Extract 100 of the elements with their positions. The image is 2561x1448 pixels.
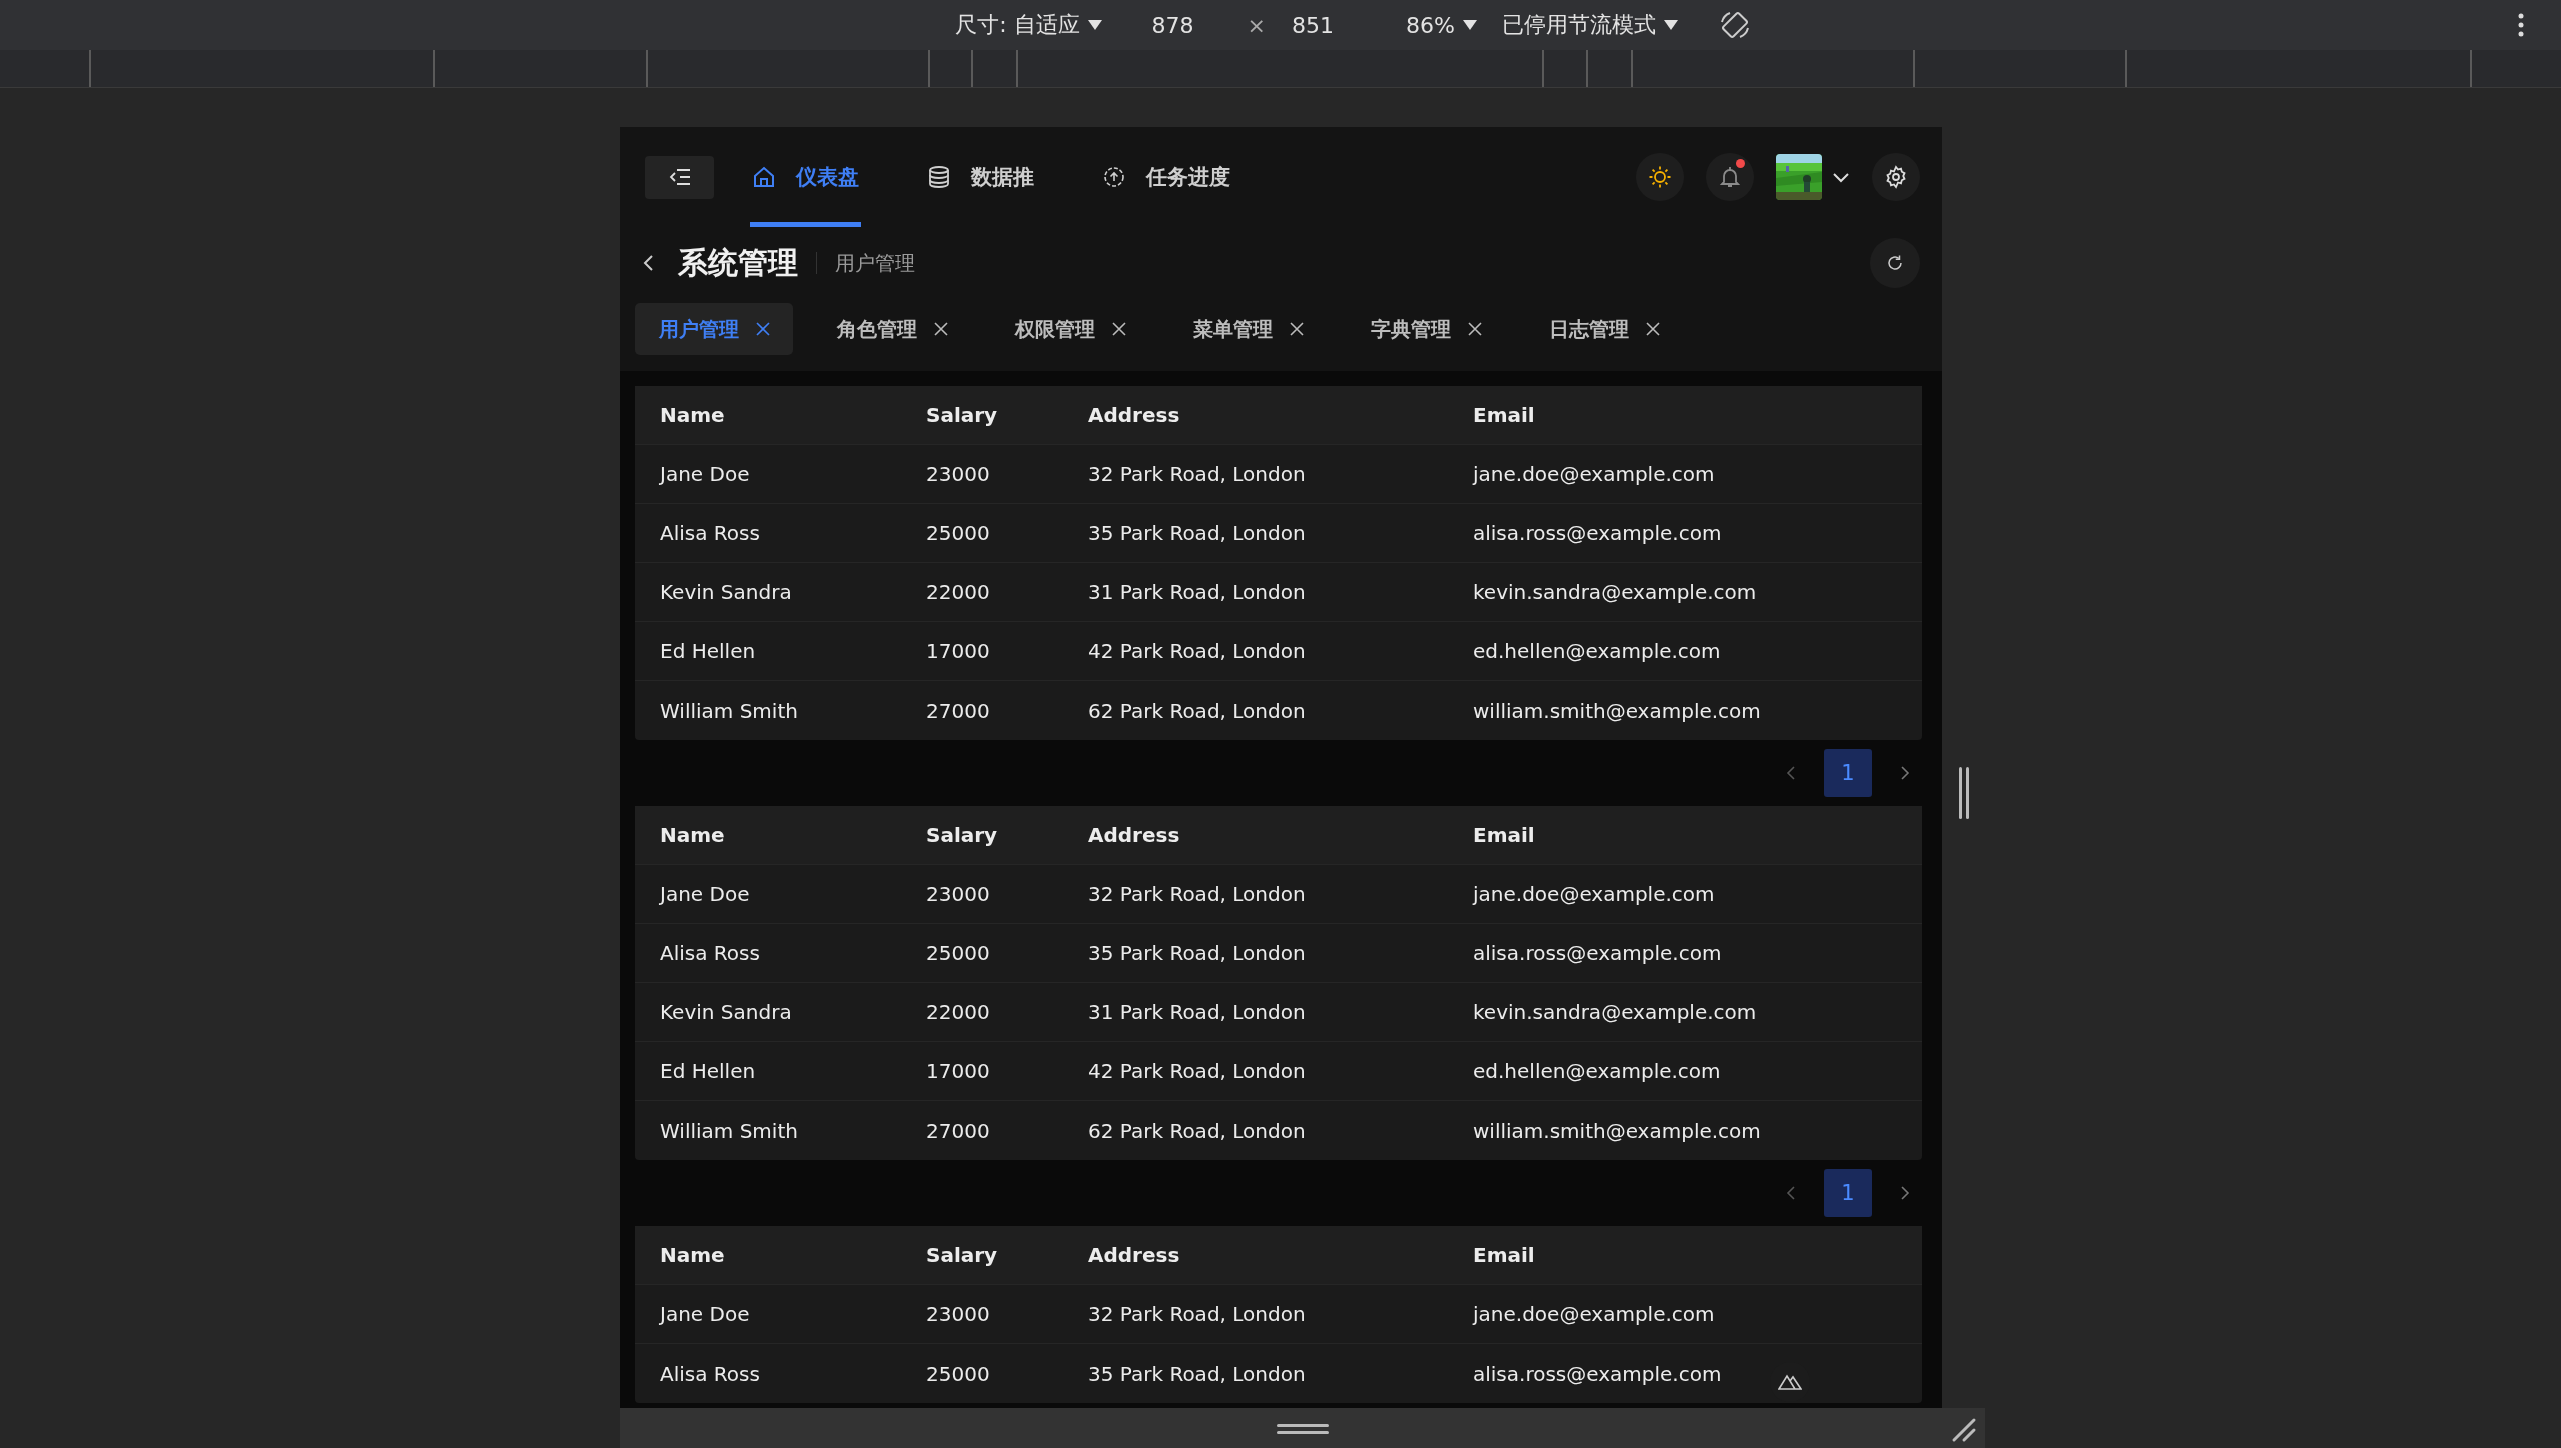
column-header: Email bbox=[1473, 403, 1535, 427]
more-icon[interactable] bbox=[2517, 12, 2525, 38]
column-header: Name bbox=[660, 403, 725, 427]
close-icon[interactable] bbox=[933, 321, 949, 337]
next-page-icon[interactable] bbox=[1900, 765, 1910, 781]
close-icon[interactable] bbox=[755, 321, 771, 337]
chevron-down-icon[interactable] bbox=[1832, 171, 1850, 183]
close-icon[interactable] bbox=[1467, 321, 1483, 337]
table-cell: alisa.ross@example.com bbox=[1473, 941, 1722, 965]
column-header: Address bbox=[1088, 403, 1180, 427]
zoom-dropdown[interactable]: 86% bbox=[1405, 12, 1455, 38]
table-cell: 32 Park Road, London bbox=[1088, 882, 1306, 906]
column-header: Salary bbox=[926, 1243, 998, 1267]
caret-icon[interactable] bbox=[1462, 20, 1477, 30]
table-cell: jane.doe@example.com bbox=[1473, 882, 1715, 906]
menu-icon bbox=[668, 168, 691, 186]
table-cell: 23000 bbox=[926, 1302, 990, 1326]
table-cell: ed.hellen@example.com bbox=[1473, 1059, 1721, 1083]
width-field[interactable]: 878 bbox=[1151, 12, 1194, 38]
column-header: Email bbox=[1473, 1243, 1535, 1267]
nav-tab[interactable]: 任务进度 bbox=[1100, 127, 1232, 227]
page-title: 系统管理 bbox=[678, 243, 798, 282]
table-cell: 62 Park Road, London bbox=[1088, 1118, 1306, 1143]
previous-page-icon[interactable] bbox=[1786, 1185, 1796, 1201]
table-cell: 25000 bbox=[926, 941, 990, 965]
table-cell: 22000 bbox=[926, 1000, 990, 1024]
close-icon[interactable] bbox=[1111, 321, 1127, 337]
table-cell: 23000 bbox=[926, 462, 990, 486]
table-cell: William Smith bbox=[660, 698, 798, 723]
resize-handle[interactable] bbox=[1276, 1422, 1329, 1435]
table-cell: Jane Doe bbox=[660, 882, 750, 906]
throttling-dropdown[interactable]: 已停用节流模式 bbox=[1501, 10, 1656, 40]
page-tab[interactable]: 角色管理 bbox=[813, 303, 971, 355]
breadcrumb-item: 用户管理 bbox=[835, 249, 915, 277]
table-cell: Jane Doe bbox=[660, 462, 750, 486]
table-cell: 62 Park Road, London bbox=[1088, 698, 1306, 723]
page-button[interactable]: 1 bbox=[1824, 1169, 1872, 1217]
resize-handle[interactable] bbox=[1956, 767, 1971, 819]
page-tab[interactable]: 日志管理 bbox=[1525, 303, 1683, 355]
column-header: Address bbox=[1088, 823, 1180, 847]
page-button[interactable]: 1 bbox=[1824, 749, 1872, 797]
table-cell: william.smith@example.com bbox=[1473, 698, 1761, 723]
dimensions-dropdown[interactable]: 尺寸: 自适应 bbox=[955, 10, 1080, 40]
mountain-icon bbox=[1778, 1373, 1802, 1391]
page-tab[interactable]: 字典管理 bbox=[1347, 303, 1505, 355]
table-cell: william.smith@example.com bbox=[1473, 1118, 1761, 1143]
table-cell: 32 Park Road, London bbox=[1088, 462, 1306, 486]
caret-icon[interactable] bbox=[1663, 20, 1678, 30]
refresh-button[interactable] bbox=[1870, 238, 1920, 288]
menu-button[interactable] bbox=[645, 155, 714, 199]
back-icon[interactable] bbox=[642, 253, 656, 273]
table-cell: ed.hellen@example.com bbox=[1473, 639, 1721, 663]
table-cell: 35 Park Road, London bbox=[1088, 941, 1306, 965]
table-cell: alisa.ross@example.com bbox=[1473, 521, 1722, 545]
page-tab[interactable]: 用户管理 bbox=[635, 303, 793, 355]
refresh-icon bbox=[1886, 254, 1904, 272]
table-cell: 42 Park Road, London bbox=[1088, 639, 1306, 663]
close-icon[interactable] bbox=[1289, 321, 1305, 337]
table-cell: kevin.sandra@example.com bbox=[1473, 580, 1757, 604]
home-icon bbox=[752, 165, 776, 189]
column-header: Salary bbox=[926, 403, 998, 427]
table-cell: Alisa Ross bbox=[660, 1361, 760, 1386]
table-cell: 27000 bbox=[926, 1118, 990, 1143]
notification-button[interactable] bbox=[1706, 153, 1754, 201]
resize-grip-icon[interactable] bbox=[1951, 1417, 1977, 1443]
page-tab[interactable]: 菜单管理 bbox=[1169, 303, 1327, 355]
settings-button[interactable] bbox=[1872, 153, 1920, 201]
column-header: Name bbox=[660, 823, 725, 847]
nav-tab[interactable]: 数据推 bbox=[925, 127, 1036, 227]
times-sign: × bbox=[1247, 12, 1266, 38]
bell-icon bbox=[1718, 165, 1742, 189]
table-cell: Kevin Sandra bbox=[660, 1000, 792, 1024]
previous-page-icon[interactable] bbox=[1786, 765, 1796, 781]
upload-icon bbox=[1102, 165, 1126, 189]
next-page-icon[interactable] bbox=[1900, 1185, 1910, 1201]
caret-icon[interactable] bbox=[1087, 20, 1102, 30]
table-cell: kevin.sandra@example.com bbox=[1473, 1000, 1757, 1024]
column-header: Address bbox=[1088, 1243, 1180, 1267]
table-cell: Ed Hellen bbox=[660, 1059, 756, 1083]
height-field[interactable]: 851 bbox=[1291, 12, 1334, 38]
column-header: Salary bbox=[926, 823, 998, 847]
table-cell: William Smith bbox=[660, 1118, 798, 1143]
table-cell: Jane Doe bbox=[660, 1302, 750, 1326]
settings-icon bbox=[1884, 165, 1908, 189]
page-tab[interactable]: 权限管理 bbox=[991, 303, 1149, 355]
sun-icon bbox=[1648, 165, 1672, 189]
theme-button[interactable] bbox=[1636, 153, 1684, 201]
close-icon[interactable] bbox=[1645, 321, 1661, 337]
table-cell: 35 Park Road, London bbox=[1088, 521, 1306, 545]
table-cell: 17000 bbox=[926, 1059, 990, 1083]
table-cell: Kevin Sandra bbox=[660, 580, 792, 604]
table-cell: Alisa Ross bbox=[660, 521, 760, 545]
table-cell: 25000 bbox=[926, 1361, 990, 1386]
table-cell: 31 Park Road, London bbox=[1088, 1000, 1306, 1024]
database-icon bbox=[927, 165, 951, 189]
table-cell: 42 Park Road, London bbox=[1088, 1059, 1306, 1083]
table-cell: 27000 bbox=[926, 698, 990, 723]
table-cell: 17000 bbox=[926, 639, 990, 663]
column-header: Email bbox=[1473, 823, 1535, 847]
nav-tab[interactable]: 仪表盘 bbox=[750, 127, 861, 227]
